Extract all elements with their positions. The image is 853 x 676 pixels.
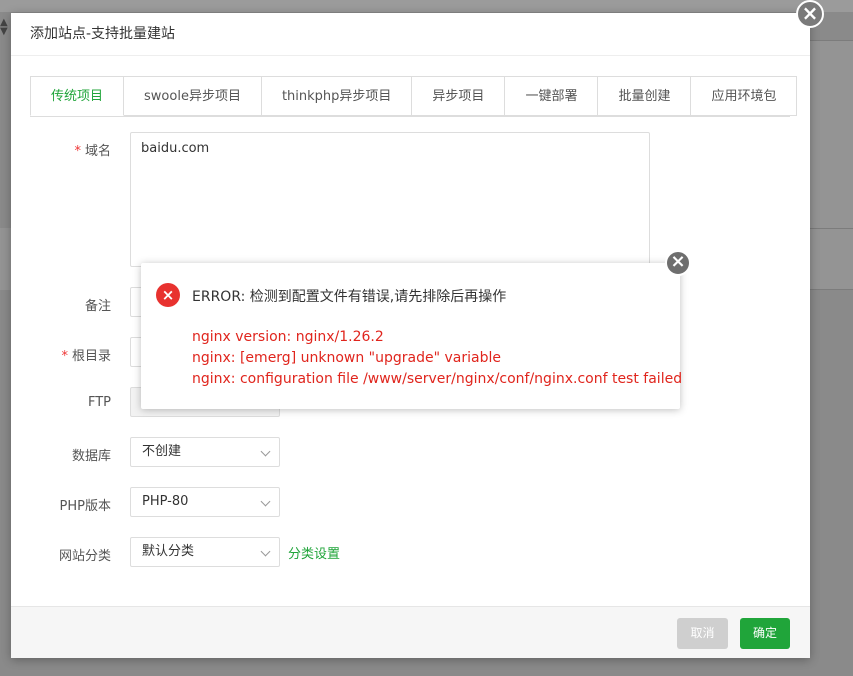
- error-line: nginx: configuration file /www/server/ng…: [192, 371, 683, 387]
- tab-one-click-deploy[interactable]: 一键部署: [505, 76, 599, 116]
- chevron-down-icon: [260, 496, 271, 507]
- site-category-label: 网站分类: [58, 549, 111, 564]
- tab-app-env-package[interactable]: 应用环境包: [691, 76, 798, 116]
- background-panel: [810, 40, 853, 230]
- category-settings-link[interactable]: 分类设置: [288, 543, 340, 562]
- error-line: nginx: [emerg] unknown "upgrade" variabl…: [192, 350, 501, 366]
- root-dir-label: * 根目录: [61, 349, 111, 364]
- domain-label: * 域名: [74, 144, 111, 159]
- cancel-button[interactable]: 取消: [677, 618, 728, 649]
- domain-textarea[interactable]: baidu.com: [130, 132, 650, 267]
- background-panel: [810, 228, 853, 290]
- sort-icon: ▲ ▼: [0, 17, 8, 37]
- tab-async-project[interactable]: 异步项目: [412, 76, 506, 116]
- database-select[interactable]: 不创建: [130, 437, 280, 467]
- dialog-footer: 取消 确定: [11, 606, 810, 658]
- project-tabs: 传统项目 swoole异步项目 thinkphp异步项目 异步项目 一键部署 批…: [30, 76, 798, 116]
- error-icon: ×: [156, 283, 180, 307]
- error-title: ERROR: 检测到配置文件有错误,请先排除后再操作: [192, 289, 507, 305]
- dialog-title: 添加站点-支持批量建站: [11, 13, 810, 56]
- ftp-label: FTP: [87, 395, 111, 410]
- error-popup: × × ERROR: 检测到配置文件有错误,请先排除后再操作 nginx ver…: [141, 250, 691, 409]
- close-icon[interactable]: ×: [796, 0, 824, 28]
- close-icon[interactable]: ×: [665, 250, 691, 276]
- php-version-label: PHP版本: [59, 499, 111, 514]
- required-mark: *: [74, 144, 81, 159]
- required-mark: *: [61, 349, 68, 364]
- php-version-select[interactable]: PHP-80: [130, 487, 280, 517]
- background-toolbar: [0, 0, 853, 12]
- error-details: nginx version: nginx/1.26.2 nginx: [emer…: [192, 327, 682, 390]
- error-line: nginx version: nginx/1.26.2: [192, 329, 384, 345]
- chevron-down-icon: [260, 546, 271, 557]
- site-category-select[interactable]: 默认分类: [130, 537, 280, 567]
- tab-thinkphp-project[interactable]: thinkphp异步项目: [261, 76, 413, 116]
- tab-swoole-project[interactable]: swoole异步项目: [124, 76, 262, 116]
- database-label: 数据库: [71, 449, 111, 464]
- remark-label: 备注: [84, 299, 111, 314]
- chevron-down-icon: [260, 446, 271, 457]
- confirm-button[interactable]: 确定: [740, 618, 790, 649]
- tab-batch-create[interactable]: 批量创建: [598, 76, 692, 116]
- tabs-divider: [30, 116, 790, 117]
- tab-traditional-project[interactable]: 传统项目: [30, 76, 125, 116]
